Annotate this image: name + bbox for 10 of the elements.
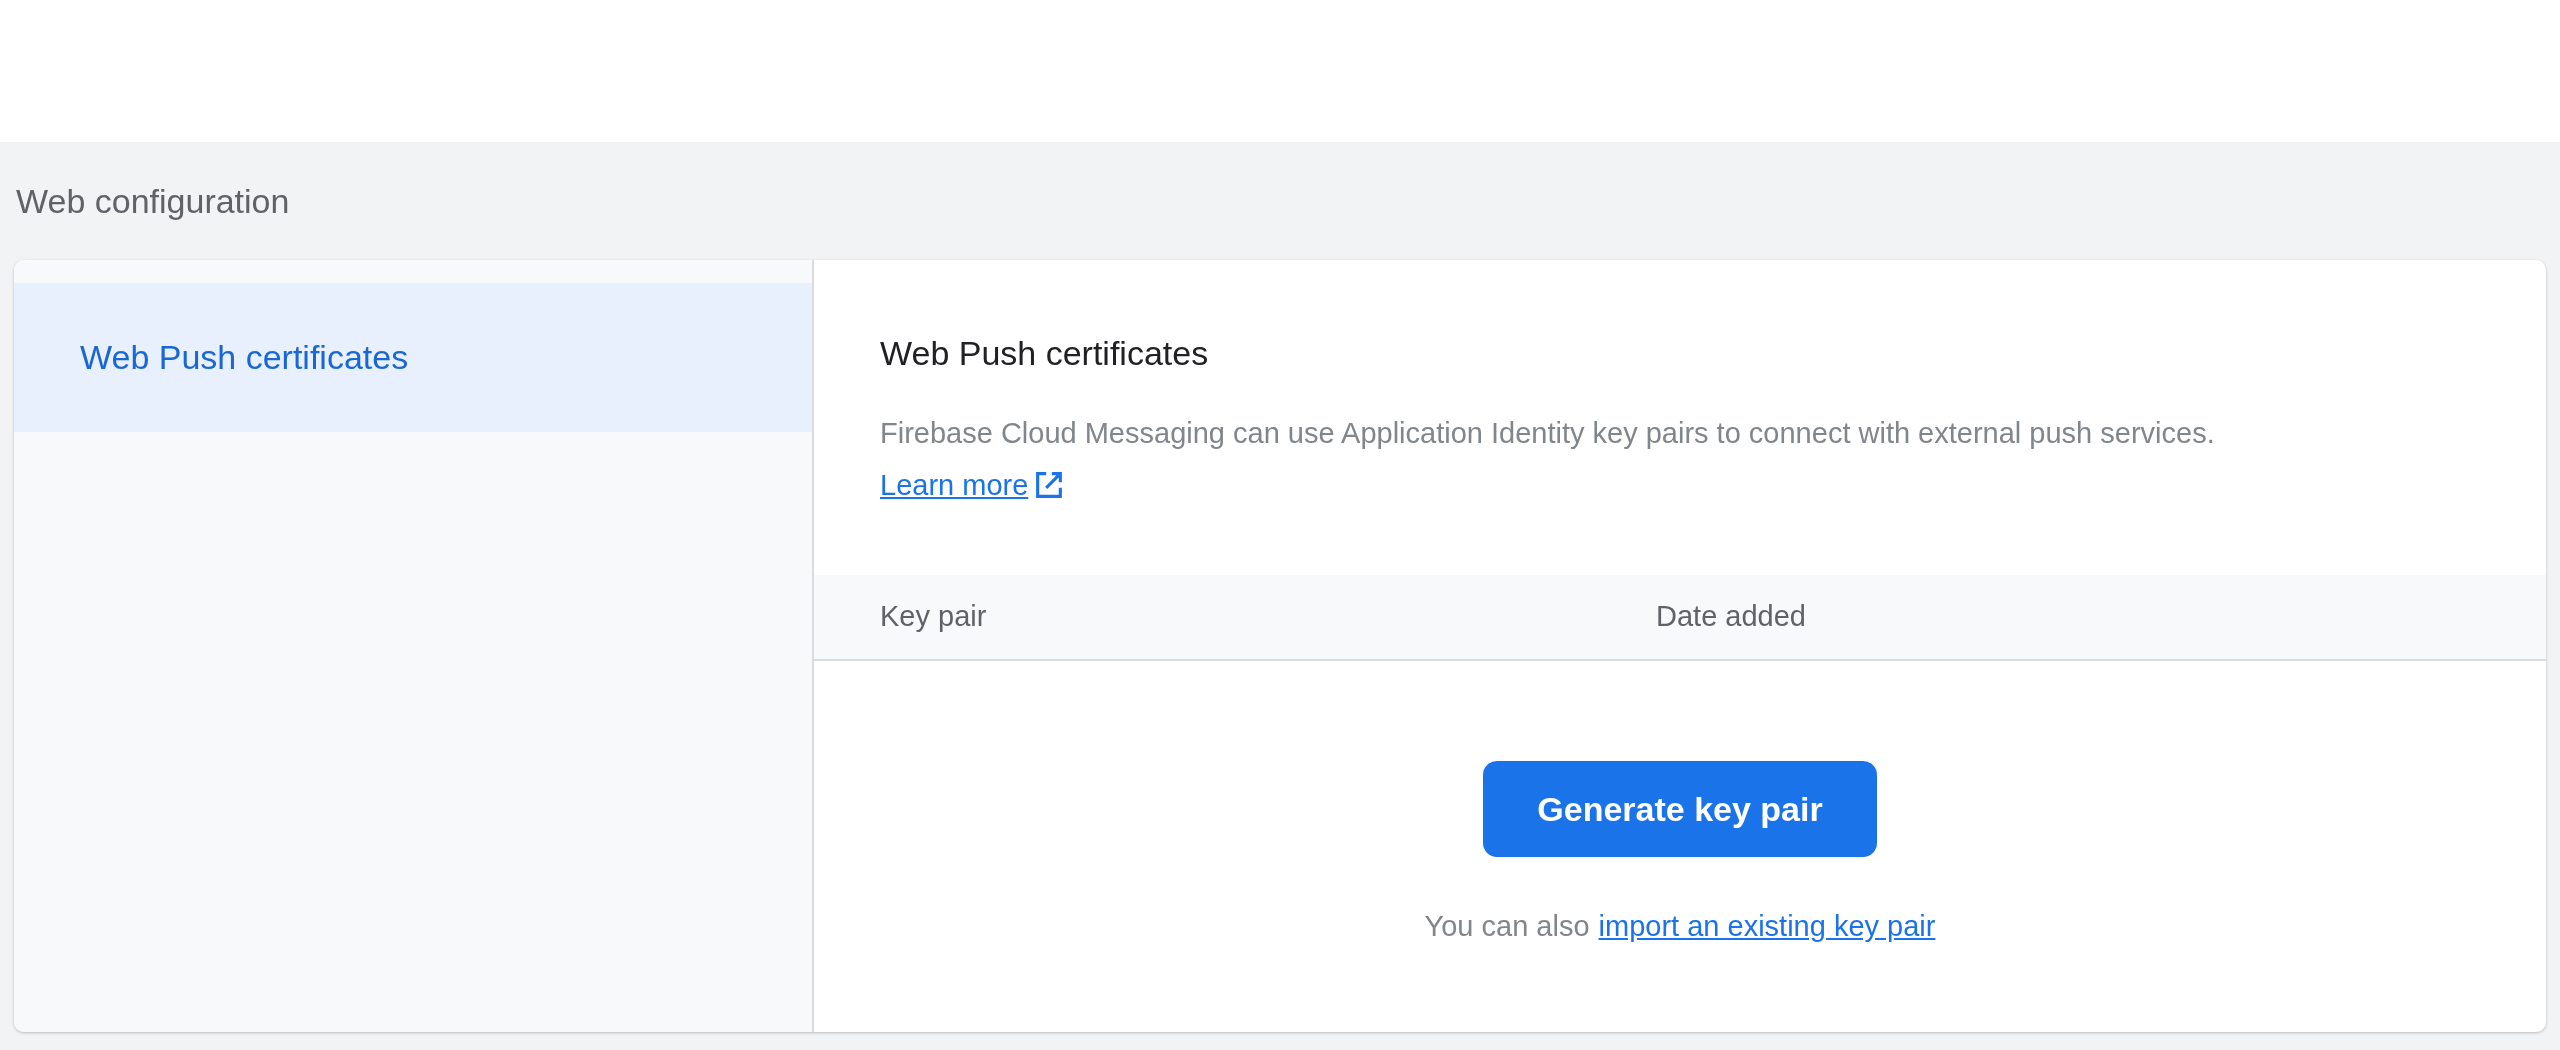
column-header: Date added (1656, 599, 1806, 635)
column-header: Key pair (879, 599, 988, 635)
import-key-pair-link[interactable]: import an existing key pair (1598, 905, 1936, 949)
sidebar-item[interactable]: Web Push certificates (14, 283, 812, 432)
section-title: Web configuration (16, 180, 290, 222)
panel-title: Web Push certificates (880, 333, 1210, 374)
description-text: Firebase Cloud Messaging can use Application Identity key pairs to connect with external push services. Learn more (880, 407, 2380, 511)
generate-key-pair-button[interactable]: Generate key pair (1483, 761, 1877, 857)
import-hint-text: You can also (1424, 909, 1590, 944)
learn-more-link[interactable]: Learn more (880, 459, 1067, 511)
